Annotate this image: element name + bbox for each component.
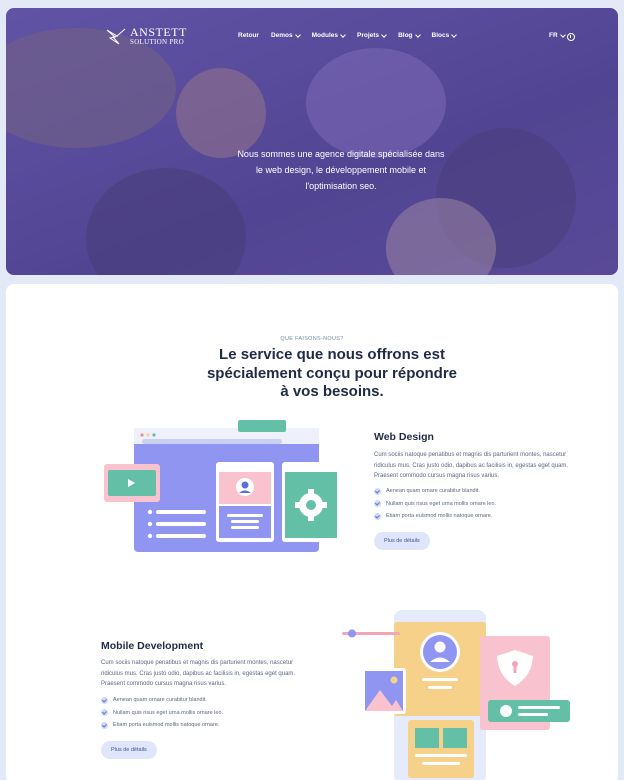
check-label: Nullam quis risus eget urna mollis ornar… <box>386 500 497 507</box>
section-eyebrow: QUE FAISONS-NOUS? <box>280 336 344 342</box>
user-circle-icon[interactable] <box>567 33 575 41</box>
address-bar <box>142 439 282 444</box>
check-icon <box>374 512 381 520</box>
language-label: FR <box>549 32 558 39</box>
check-item: Aenean quam ornare curabitur blandit. <box>101 694 223 707</box>
chevron-down-icon <box>451 31 458 38</box>
hero-banner: ANSTETT SOLUTION PRO Retour Demos Module… <box>6 8 618 275</box>
check-item: Aenean quam ornare curabitur blandit. <box>374 485 496 498</box>
nav-label: Projets <box>357 32 380 39</box>
section-heading: Le service que nous offrons est spéciale… <box>206 346 458 400</box>
check-icon <box>374 500 381 508</box>
top-navigation: ANSTETT SOLUTION PRO Retour Demos Module… <box>6 8 618 50</box>
language-switcher[interactable]: FR <box>549 31 566 39</box>
check-icon <box>101 721 108 729</box>
nav-label: Blocs <box>431 32 450 39</box>
nav-label: Demos <box>270 32 293 39</box>
nav-label: Modules <box>311 32 339 39</box>
details-button-web-design[interactable]: Plus de détails <box>374 532 430 550</box>
service-desc-mobile-development: Cum sociis natoque penatibus et magnis d… <box>101 660 296 687</box>
bird-logo-icon <box>106 28 126 45</box>
service-checks-web-design: Aenean quam ornare curabitur blandit. Nu… <box>374 485 496 523</box>
service-checks-mobile-development: Aenean quam ornare curabitur blandit. Nu… <box>101 694 223 732</box>
chevron-down-icon <box>414 31 421 38</box>
service-desc-web-design: Cum sociis natoque penatibus et magnis d… <box>374 452 569 479</box>
nav-label: Retour <box>238 32 259 39</box>
chat-bubble <box>238 420 286 432</box>
main-menu: Retour Demos Modules Projets Blog Blocs <box>238 31 458 39</box>
service-title-mobile-development: Mobile Development <box>101 640 204 652</box>
nav-item-projets[interactable]: Projets <box>357 31 387 39</box>
check-label: Etiam porta euismod mollis natoque ornar… <box>113 722 220 729</box>
check-icon <box>101 709 108 717</box>
check-icon <box>101 696 108 704</box>
check-item: Etiam porta euismod mollis natoque ornar… <box>374 510 496 523</box>
check-item: Nullam quis risus eget urna mollis ornar… <box>101 707 223 720</box>
check-label: Aenean quam ornare curabitur blandit. <box>386 488 480 495</box>
check-label: Nullam quis risus eget urna mollis ornar… <box>113 709 224 716</box>
brand-name: ANSTETT <box>130 24 187 39</box>
service-title-web-design: Web Design <box>374 431 434 443</box>
chevron-down-icon <box>559 31 566 38</box>
nav-item-demos[interactable]: Demos <box>270 31 301 39</box>
web-design-illustration <box>104 420 340 552</box>
check-icon <box>374 487 381 495</box>
nav-item-blocs[interactable]: Blocs <box>431 31 458 39</box>
brand-tagline: SOLUTION PRO <box>130 37 184 46</box>
slider-handle <box>348 629 356 638</box>
check-label: Etiam porta euismod mollis natoque ornar… <box>386 513 493 520</box>
details-button-mobile-development[interactable]: Plus de détails <box>101 741 157 759</box>
mobile-development-illustration <box>342 610 570 780</box>
nav-item-modules[interactable]: Modules <box>311 31 346 39</box>
hero-text: Nous sommes une agence digitale spéciali… <box>237 149 445 191</box>
services-section: QUE FAISONS-NOUS? Le service que nous of… <box>6 284 618 780</box>
chevron-down-icon <box>294 31 301 38</box>
check-label: Aenean quam ornare curabitur blandit. <box>113 697 207 704</box>
nav-item-blog[interactable]: Blog <box>398 31 421 39</box>
check-item: Etiam porta euismod mollis natoque ornar… <box>101 719 223 732</box>
chevron-down-icon <box>340 31 346 38</box>
chevron-down-icon <box>381 31 387 38</box>
nav-label: Blog <box>398 32 413 39</box>
check-item: Nullam quis risus eget urna mollis ornar… <box>374 498 496 511</box>
nav-item-retour[interactable]: Retour <box>238 32 259 39</box>
brand-logo[interactable]: ANSTETT SOLUTION PRO <box>106 26 187 46</box>
